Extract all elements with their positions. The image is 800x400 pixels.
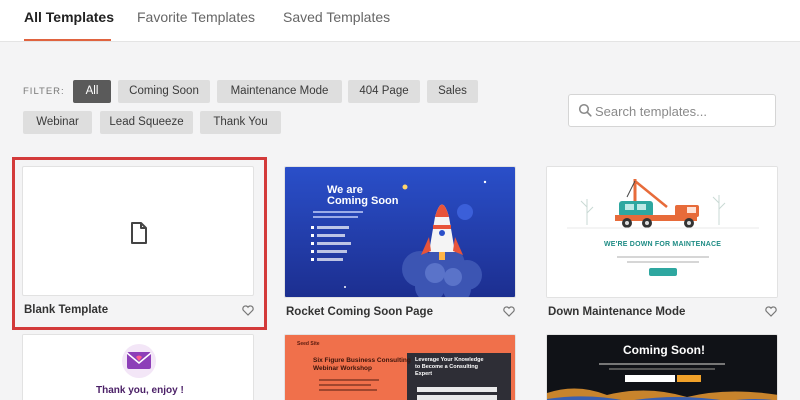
filter-chip-sales[interactable]: Sales — [427, 80, 478, 103]
selected-template-highlight — [12, 157, 267, 330]
search-box — [568, 94, 776, 127]
thumb-heading-line2: Coming Soon — [327, 195, 399, 207]
thumb-webinar-panel-line3: Expert — [415, 371, 433, 377]
search-icon — [578, 103, 592, 117]
template-tabs-bar: All Templates Favorite Templates Saved T… — [0, 0, 800, 42]
thumb-coming-soon-text: Coming Soon! — [623, 343, 705, 357]
template-card-coming-soon-dark[interactable]: Coming Soon! — [546, 334, 778, 400]
filter-chip-lead-squeeze[interactable]: Lead Squeeze — [100, 111, 193, 134]
maintenance-thumbnail — [547, 167, 777, 297]
template-name-rocket: Rocket Coming Soon Page — [286, 306, 433, 318]
tab-all-templates[interactable]: All Templates — [24, 9, 114, 25]
template-card-consulting-webinar[interactable]: Seed Site Six Figure Business Consulting… — [284, 334, 516, 400]
thumb-brand: Seed Site — [297, 341, 320, 347]
thumb-webinar-panel-line1: Leverage Your Knowledge — [415, 357, 484, 363]
thumb-webinar-headline-line2: Webinar Workshop — [313, 365, 372, 372]
template-card-down-maintenance[interactable]: WE'RE DOWN FOR MAINTENACE — [546, 166, 778, 298]
filter-chip-maintenance-mode[interactable]: Maintenance Mode — [217, 80, 342, 103]
filter-chip-404-page[interactable]: 404 Page — [348, 80, 420, 103]
thumb-thank-you-text: Thank you, enjoy ! — [96, 385, 184, 396]
active-tab-indicator — [24, 39, 111, 41]
search-input[interactable] — [595, 101, 767, 121]
favorite-heart-icon[interactable] — [765, 306, 777, 317]
favorite-heart-icon[interactable] — [503, 306, 515, 317]
filter-chip-coming-soon[interactable]: Coming Soon — [118, 80, 210, 103]
template-card-rocket-coming-soon[interactable]: We are Coming Soon — [284, 166, 516, 298]
template-name-maintenance: Down Maintenance Mode — [548, 306, 686, 318]
thumb-webinar-headline-line1: Six Figure Business Consulting — [313, 357, 411, 364]
tab-favorite-templates[interactable]: Favorite Templates — [137, 9, 255, 25]
template-card-thank-you[interactable]: Thank you, enjoy ! — [22, 334, 254, 400]
filter-label: FILTER: — [23, 86, 65, 97]
tab-saved-templates[interactable]: Saved Templates — [283, 9, 390, 25]
thumb-webinar-panel-line2: to Become a Consulting — [415, 364, 478, 370]
rocket-thumbnail — [285, 167, 515, 297]
filter-chip-all[interactable]: All — [73, 80, 111, 103]
filter-chip-thank-you[interactable]: Thank You — [200, 111, 281, 134]
filter-chip-webinar[interactable]: Webinar — [23, 111, 92, 134]
thumb-maintenance-headline: WE'RE DOWN FOR MAINTENACE — [604, 241, 722, 248]
